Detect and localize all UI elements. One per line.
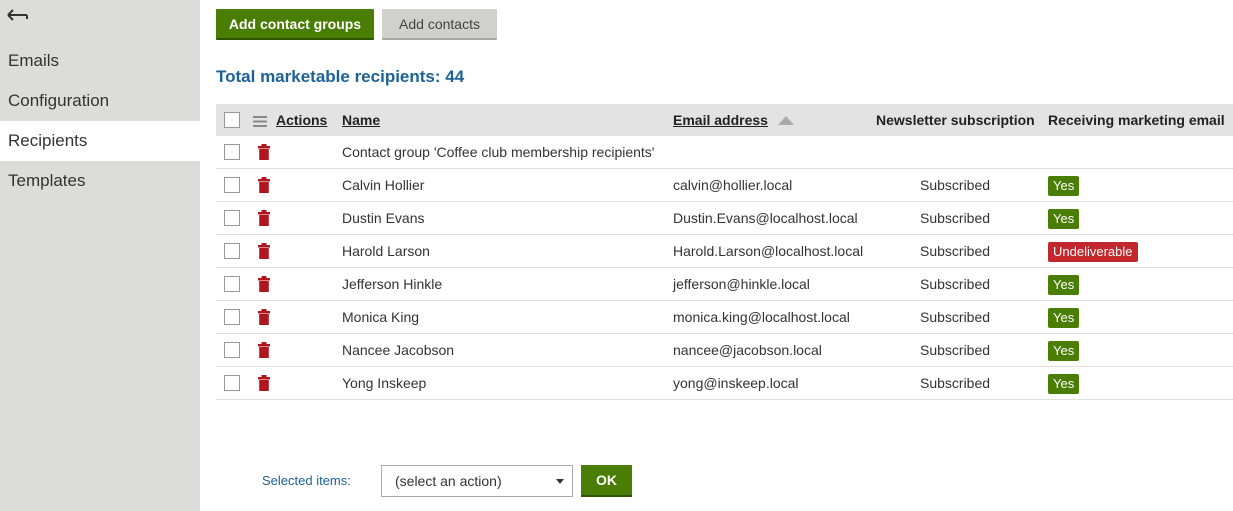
subscription-status: Subscribed — [920, 243, 991, 259]
add-contacts-button[interactable]: Add contacts — [382, 9, 497, 40]
recipient-name: Harold Larson — [342, 243, 430, 259]
recipient-email: yong@inskeep.local — [673, 375, 799, 391]
status-badge: Yes — [1048, 341, 1080, 361]
status-badge: Yes — [1048, 209, 1080, 229]
ok-button[interactable]: OK — [581, 465, 632, 497]
subscription-status: Subscribed — [920, 342, 991, 358]
trash-icon[interactable] — [258, 144, 270, 160]
subscription-status: Subscribed — [920, 309, 991, 325]
subscription-status: Subscribed — [920, 276, 991, 292]
status-badge: Yes — [1048, 374, 1080, 394]
receiving-header: Receiving marketing email — [1048, 112, 1225, 128]
recipient-name: Contact group 'Coffee club membership re… — [342, 144, 655, 160]
table-row: Dustin Evans Dustin.Evans@localhost.local… — [216, 202, 1233, 235]
email-header[interactable]: Email address — [673, 112, 768, 128]
row-checkbox[interactable] — [224, 144, 240, 160]
recipient-email: Dustin.Evans@localhost.local — [673, 210, 858, 226]
recipient-name: Dustin Evans — [342, 210, 425, 226]
action-select[interactable]: (select an action) — [381, 465, 573, 497]
sidebar: Emails Configuration Recipients Template… — [0, 0, 200, 511]
recipient-name: Monica King — [342, 309, 420, 325]
sidebar-item-recipients[interactable]: Recipients — [0, 121, 200, 161]
email-header-cell: Email address — [673, 104, 794, 136]
grid-header: Actions Name Email address Newsletter su… — [216, 104, 1233, 136]
subscription-header: Newsletter subscription — [876, 112, 1035, 128]
sidebar-item-emails[interactable]: Emails — [0, 41, 200, 81]
trash-icon[interactable] — [258, 243, 270, 259]
select-all-checkbox[interactable] — [224, 112, 240, 128]
row-checkbox[interactable] — [224, 177, 240, 193]
trash-icon[interactable] — [258, 375, 270, 391]
menu-icon[interactable] — [253, 114, 267, 127]
status-badge: Yes — [1048, 308, 1080, 328]
recipient-email: Harold.Larson@localhost.local — [673, 243, 864, 259]
subscription-status: Subscribed — [920, 375, 991, 391]
table-row: Yong Inskeep yong@inskeep.local Subscribed… — [216, 367, 1233, 400]
row-checkbox[interactable] — [224, 276, 240, 292]
subscription-status: Subscribed — [920, 210, 991, 226]
trash-icon[interactable] — [258, 177, 270, 193]
recipient-name: Yong Inskeep — [342, 375, 427, 391]
status-badge: Yes — [1048, 275, 1080, 295]
sidebar-item-templates[interactable]: Templates — [0, 161, 200, 201]
back-arrow-icon[interactable] — [6, 6, 28, 26]
row-checkbox[interactable] — [224, 210, 240, 226]
trash-icon[interactable] — [258, 210, 270, 226]
row-checkbox[interactable] — [224, 309, 240, 325]
recipient-name: Calvin Hollier — [342, 177, 425, 193]
recipient-email: jefferson@hinkle.local — [673, 276, 810, 292]
recipient-email: nancee@jacobson.local — [673, 342, 822, 358]
chevron-down-icon — [556, 479, 564, 484]
table-row: Jefferson Hinkle jefferson@hinkle.local Su… — [216, 268, 1233, 301]
status-badge: Undeliverable — [1048, 242, 1138, 262]
table-row: Harold Larson Harold.Larson@localhost.loc… — [216, 235, 1233, 268]
subscription-status: Subscribed — [920, 177, 991, 193]
table-row: Calvin Hollier calvin@hollier.local Subscr… — [216, 169, 1233, 202]
trash-icon[interactable] — [258, 342, 270, 358]
recipient-email: calvin@hollier.local — [673, 177, 793, 193]
row-checkbox[interactable] — [224, 342, 240, 358]
add-contact-groups-button[interactable]: Add contact groups — [216, 9, 374, 40]
trash-icon[interactable] — [258, 309, 270, 325]
row-checkbox[interactable] — [224, 375, 240, 391]
table-row: Nancee Jacobson nancee@jacobson.local Subs… — [216, 334, 1233, 367]
recipient-email: monica.king@localhost.local — [673, 309, 850, 325]
sidebar-item-configuration[interactable]: Configuration — [0, 81, 200, 121]
name-header[interactable]: Name — [342, 104, 380, 136]
actions-header[interactable]: Actions — [276, 104, 327, 136]
total-recipients-heading: Total marketable recipients: 44 — [216, 67, 465, 86]
main-content: Add contact groups Add contacts Total ma… — [200, 0, 1233, 511]
action-select-value: (select an action) — [395, 473, 502, 489]
recipient-name: Jefferson Hinkle — [342, 276, 443, 292]
trash-icon[interactable] — [258, 276, 270, 292]
recipient-name: Nancee Jacobson — [342, 342, 455, 358]
table-row: Monica King monica.king@localhost.local Su… — [216, 301, 1233, 334]
status-badge: Yes — [1048, 176, 1080, 196]
table-row: Contact group 'Coffee club membership re… — [216, 136, 1233, 169]
selected-items-label: Selected items: — [262, 473, 351, 488]
sort-ascending-icon — [777, 115, 794, 125]
row-checkbox[interactable] — [224, 243, 240, 259]
